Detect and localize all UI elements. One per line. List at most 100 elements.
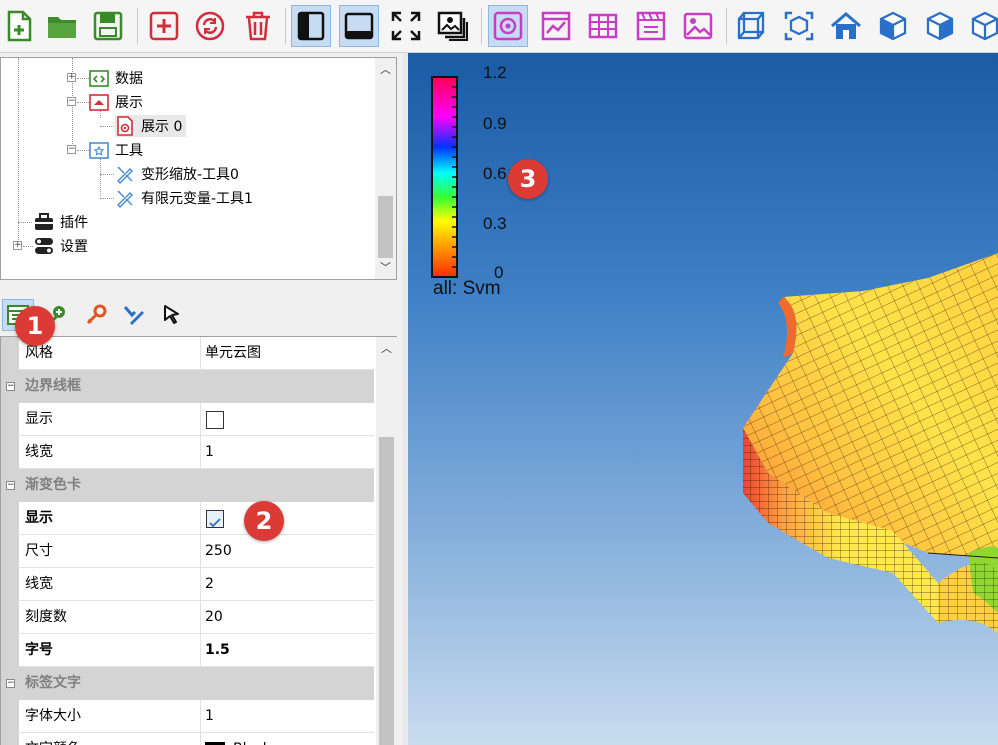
property-scrollbar[interactable]: ︿ <box>376 337 397 745</box>
save-icon[interactable] <box>88 5 128 47</box>
tree-item-label: 有限元变量-工具1 <box>141 191 253 207</box>
project-tree: + − − + 数据 展示 展示 0 工具 变形缩放-工具0 有限元变量-工具1 <box>0 57 397 280</box>
tree-item-label: 插件 <box>60 215 88 231</box>
tree-item-plugins[interactable]: 插件 <box>34 211 88 233</box>
check-icon <box>209 518 221 528</box>
property-row[interactable]: 字号 1.5 <box>1 634 374 667</box>
film-icon[interactable] <box>631 5 671 47</box>
scroll-thumb[interactable] <box>379 437 394 745</box>
scroll-up-icon[interactable]: ︿ <box>376 339 397 359</box>
property-value[interactable]: 1.5 <box>200 634 374 667</box>
cube-top-icon[interactable] <box>965 5 998 47</box>
expand-toggle[interactable]: + <box>67 73 76 82</box>
tree-item-label: 工具 <box>115 143 143 159</box>
collapse-toggle[interactable]: − <box>67 145 76 154</box>
edit-tool-icon[interactable] <box>118 299 150 331</box>
property-value-text: Black <box>233 741 271 745</box>
scroll-thumb[interactable] <box>378 196 393 258</box>
property-name: 文字颜色 <box>25 733 81 745</box>
property-row[interactable]: 显示 <box>1 403 374 436</box>
property-category[interactable]: − 标签文字 <box>1 667 374 700</box>
category-label: 边界线框 <box>25 378 81 394</box>
tool-pencil-icon <box>115 164 135 184</box>
cloud-view-icon[interactable] <box>488 5 528 47</box>
property-value[interactable]: 2 <box>200 568 374 601</box>
tree-item-label: 变形缩放-工具0 <box>141 167 239 183</box>
property-row[interactable]: 字体大小 1 <box>1 700 374 733</box>
data-folder-icon <box>89 68 109 88</box>
3d-viewport[interactable]: 1.2 0.9 0.6 0.3 0 all: Svm 3 <box>408 53 998 745</box>
cursor-icon[interactable] <box>156 299 188 331</box>
tree-scrollbar[interactable]: ︿ ﹀ <box>375 58 396 279</box>
table-icon[interactable] <box>583 5 623 47</box>
view-wireframe-icon[interactable] <box>731 5 771 47</box>
property-row[interactable]: 线宽 1 <box>1 436 374 469</box>
property-category[interactable]: − 渐变色卡 <box>1 469 374 502</box>
property-name: 字体大小 <box>25 708 81 724</box>
new-file-icon[interactable] <box>0 5 40 47</box>
cube-side-icon[interactable] <box>920 5 960 47</box>
tree-item-display[interactable]: 展示 <box>89 91 143 113</box>
tree-item-display-0[interactable]: 展示 0 <box>115 115 187 137</box>
collapse-toggle[interactable]: − <box>6 382 15 391</box>
tool-pencil-icon <box>115 188 135 208</box>
fullscreen-icon[interactable] <box>386 5 426 47</box>
property-value[interactable]: Black <box>200 733 374 745</box>
fem-model <box>743 253 998 633</box>
property-name: 显示 <box>25 510 53 526</box>
annotation-badge-3: 3 <box>508 159 548 199</box>
display-folder-icon <box>89 92 109 112</box>
tree-item-label: 设置 <box>60 239 88 255</box>
collapse-toggle[interactable]: − <box>6 481 15 490</box>
property-value[interactable]: 20 <box>200 601 374 634</box>
category-label: 标签文字 <box>25 675 81 691</box>
expand-toggle[interactable]: + <box>13 241 22 250</box>
property-value[interactable]: 250 <box>200 535 374 568</box>
property-row[interactable]: 文字颜色 Black <box>1 733 374 745</box>
property-row[interactable]: 风格 单元云图 <box>1 337 374 370</box>
property-value[interactable] <box>200 502 374 535</box>
display-item-icon <box>115 116 135 136</box>
property-checkbox[interactable] <box>206 411 224 429</box>
property-row[interactable]: 刻度数 20 <box>1 601 374 634</box>
pick-tool-icon[interactable] <box>80 299 112 331</box>
scroll-up-icon[interactable]: ︿ <box>375 60 396 80</box>
panel-bottom-icon[interactable] <box>339 5 379 47</box>
property-value[interactable]: 1 <box>200 436 374 469</box>
property-category[interactable]: − 边界线框 <box>1 370 374 403</box>
annotation-badge-2: 2 <box>244 501 284 541</box>
add-icon[interactable] <box>144 5 184 47</box>
collapse-toggle[interactable]: − <box>6 679 15 688</box>
tree-item-tool-1[interactable]: 有限元变量-工具1 <box>115 187 253 209</box>
view-fit-icon[interactable] <box>779 5 819 47</box>
property-row[interactable]: 线宽 2 <box>1 568 374 601</box>
property-value[interactable] <box>200 403 374 436</box>
property-value[interactable]: 1 <box>200 700 374 733</box>
property-row[interactable]: 显示 <box>1 502 374 535</box>
screenshot-icon[interactable] <box>433 5 473 47</box>
property-grid: 风格 单元云图 − 边界线框 显示 线宽 1− 渐变色卡 显示 尺寸 250 线宽 2 刻度数 20 字号 1.… <box>0 336 397 745</box>
property-name: 线宽 <box>25 576 53 592</box>
cube-front-icon[interactable] <box>873 5 913 47</box>
property-name: 显示 <box>25 411 53 427</box>
property-checkbox[interactable] <box>206 510 224 528</box>
refresh-icon[interactable] <box>190 5 230 47</box>
property-name: 字号 <box>25 642 53 658</box>
property-value[interactable]: 单元云图 <box>200 337 374 370</box>
image-icon[interactable] <box>678 5 718 47</box>
panel-left-icon[interactable] <box>291 5 331 47</box>
home-view-icon[interactable] <box>826 5 866 47</box>
tree-item-data[interactable]: 数据 <box>89 67 143 89</box>
annotation-badge-1: 1 <box>15 306 55 346</box>
tree-item-tools[interactable]: 工具 <box>89 139 143 161</box>
scroll-down-icon[interactable]: ﹀ <box>375 258 396 278</box>
property-row[interactable]: 尺寸 250 <box>1 535 374 568</box>
collapse-toggle[interactable]: − <box>67 97 76 106</box>
delete-icon[interactable] <box>238 5 278 47</box>
tree-item-settings[interactable]: 设置 <box>34 235 88 257</box>
chart-icon[interactable] <box>536 5 576 47</box>
open-folder-icon[interactable] <box>42 5 82 47</box>
property-toolbar <box>0 295 402 333</box>
tree-item-tool-0[interactable]: 变形缩放-工具0 <box>115 163 239 185</box>
category-label: 渐变色卡 <box>25 477 81 493</box>
